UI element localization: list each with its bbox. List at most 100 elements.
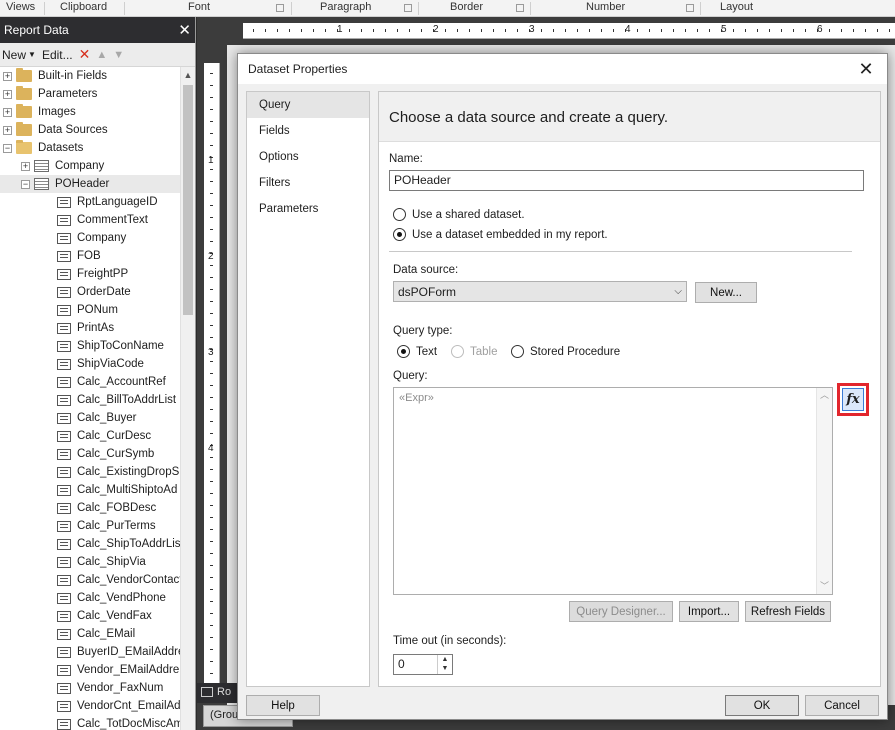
query-type-stored-procedure-radio[interactable]: Stored Procedure xyxy=(511,345,620,358)
expand-icon[interactable]: + xyxy=(21,161,30,171)
field-item[interactable]: ShipViaCode xyxy=(0,355,180,373)
query-designer-button[interactable]: Query Designer... xyxy=(569,601,673,622)
field-item[interactable]: Calc_CurDesc xyxy=(0,427,180,445)
expand-icon[interactable]: + xyxy=(3,125,12,135)
field-icon xyxy=(57,484,71,496)
new-button[interactable]: New ▼ xyxy=(2,48,36,62)
tree-node[interactable]: + Images xyxy=(0,103,180,121)
field-item[interactable]: Calc_ExistingDropSh xyxy=(0,463,180,481)
field-item[interactable]: Calc_MultiShiptoAd xyxy=(0,481,180,499)
tree-node[interactable]: − Datasets xyxy=(0,139,180,157)
query-textarea[interactable]: «Expr» ︿ ﹀ xyxy=(393,387,833,595)
embedded-dataset-radio[interactable]: Use a dataset embedded in my report. xyxy=(393,228,608,241)
import-button[interactable]: Import... xyxy=(679,601,739,622)
field-item[interactable]: CommentText xyxy=(0,211,180,229)
scroll-down-icon[interactable]: ﹀ xyxy=(817,579,832,592)
move-up-icon[interactable]: ▲ xyxy=(96,49,107,61)
tree-node[interactable]: + Company xyxy=(0,157,180,175)
ruler-tick xyxy=(210,373,213,374)
field-item[interactable]: Vendor_FaxNum xyxy=(0,679,180,697)
stepper-arrows[interactable]: ▲ ▼ xyxy=(437,655,452,674)
move-down-icon[interactable]: ▼ xyxy=(113,49,124,61)
expand-icon[interactable]: + xyxy=(3,107,12,117)
field-item[interactable]: Calc_ShipToAddrList xyxy=(0,535,180,553)
field-item[interactable]: PONum xyxy=(0,301,180,319)
close-icon[interactable]: ✕ xyxy=(178,21,191,39)
field-item[interactable]: ShipToConName xyxy=(0,337,180,355)
field-item[interactable]: BuyerID_EMailAddre xyxy=(0,643,180,661)
field-item[interactable]: Calc_CurSymb xyxy=(0,445,180,463)
field-item[interactable]: Calc_VendFax xyxy=(0,607,180,625)
ruler-tick xyxy=(210,397,213,398)
collapse-icon[interactable]: − xyxy=(21,179,30,189)
field-item[interactable]: FOB xyxy=(0,247,180,265)
scroll-up-icon[interactable]: ▲ xyxy=(181,67,195,83)
border-dialog-launcher-icon[interactable] xyxy=(516,4,524,12)
field-item[interactable]: Calc_BillToAddrList xyxy=(0,391,180,409)
tree-node[interactable]: + Data Sources xyxy=(0,121,180,139)
tree-node[interactable]: − POHeader xyxy=(0,175,180,193)
field-item[interactable]: Calc_Buyer xyxy=(0,409,180,427)
ribbon-group-clipboard[interactable]: Clipboard xyxy=(60,1,107,13)
ruler-tick xyxy=(210,409,213,410)
tree-node[interactable]: + Parameters xyxy=(0,85,180,103)
collapse-icon[interactable]: − xyxy=(3,143,12,153)
ribbon-group-border[interactable]: Border xyxy=(450,1,483,13)
field-item[interactable]: Calc_AccountRef xyxy=(0,373,180,391)
nav-item-options[interactable]: Options xyxy=(247,144,369,170)
nav-item-query[interactable]: Query xyxy=(247,92,369,118)
delete-icon[interactable]: ✕ xyxy=(79,46,91,63)
timeout-stepper[interactable]: 0 ▲ ▼ xyxy=(393,654,453,675)
new-data-source-button[interactable]: New... xyxy=(695,282,757,303)
decrement-icon[interactable]: ▼ xyxy=(438,664,452,673)
data-source-select[interactable]: dsPOForm ⌵ xyxy=(393,281,687,302)
field-icon xyxy=(57,286,71,298)
name-field[interactable]: POHeader xyxy=(389,170,864,191)
data-source-value: dsPOForm xyxy=(398,284,457,299)
ribbon-group-font[interactable]: Font xyxy=(188,1,210,13)
query-type-text-radio[interactable]: Text xyxy=(397,345,437,358)
increment-icon[interactable]: ▲ xyxy=(438,655,452,664)
field-item[interactable]: Company xyxy=(0,229,180,247)
font-dialog-launcher-icon[interactable] xyxy=(276,4,284,12)
expression-fx-button[interactable]: fx xyxy=(842,388,864,411)
field-item[interactable]: VendorCnt_EmailAd xyxy=(0,697,180,715)
field-item[interactable]: Calc_PurTerms xyxy=(0,517,180,535)
field-item[interactable]: PrintAs xyxy=(0,319,180,337)
field-item[interactable]: Calc_TotDocMiscAm xyxy=(0,715,180,730)
edit-button[interactable]: Edit... xyxy=(42,48,73,62)
field-item[interactable]: RptLanguageID xyxy=(0,193,180,211)
ribbon-group-layout[interactable]: Layout xyxy=(720,1,753,13)
ok-button[interactable]: OK xyxy=(725,695,799,716)
refresh-fields-button[interactable]: Refresh Fields xyxy=(745,601,831,622)
number-dialog-launcher-icon[interactable] xyxy=(686,4,694,12)
field-item[interactable]: Vendor_EMailAddre xyxy=(0,661,180,679)
nav-item-parameters[interactable]: Parameters xyxy=(247,196,369,222)
field-item[interactable]: OrderDate xyxy=(0,283,180,301)
scroll-up-icon[interactable]: ︿ xyxy=(817,388,832,402)
ribbon-group-paragraph[interactable]: Paragraph xyxy=(320,1,371,13)
ribbon-group-number[interactable]: Number xyxy=(586,1,625,13)
field-item[interactable]: Calc_ShipVia xyxy=(0,553,180,571)
tree-node[interactable]: + Built-in Fields xyxy=(0,67,180,85)
expand-icon[interactable]: + xyxy=(3,89,12,99)
field-item[interactable]: Calc_VendorContact xyxy=(0,571,180,589)
help-button[interactable]: Help xyxy=(246,695,320,716)
shared-dataset-radio[interactable]: Use a shared dataset. xyxy=(393,208,525,221)
field-item[interactable]: FreightPP xyxy=(0,265,180,283)
ribbon-group-views[interactable]: Views xyxy=(6,1,35,13)
field-item[interactable]: Calc_FOBDesc xyxy=(0,499,180,517)
field-item[interactable]: Calc_EMail xyxy=(0,625,180,643)
scrollbar-thumb[interactable] xyxy=(183,85,193,315)
expand-icon[interactable]: + xyxy=(3,71,12,81)
field-item[interactable]: Calc_VendPhone xyxy=(0,589,180,607)
cancel-button[interactable]: Cancel xyxy=(805,695,879,716)
paragraph-dialog-launcher-icon[interactable] xyxy=(404,4,412,12)
ruler-tick xyxy=(745,29,746,32)
nav-item-filters[interactable]: Filters xyxy=(247,170,369,196)
query-type-table-radio[interactable]: Table xyxy=(451,345,498,358)
dialog-close-icon[interactable]: ✕ xyxy=(855,59,877,80)
query-scrollbar[interactable]: ︿ ﹀ xyxy=(816,388,832,594)
tree-scrollbar[interactable]: ▲ xyxy=(180,67,195,730)
nav-item-fields[interactable]: Fields xyxy=(247,118,369,144)
